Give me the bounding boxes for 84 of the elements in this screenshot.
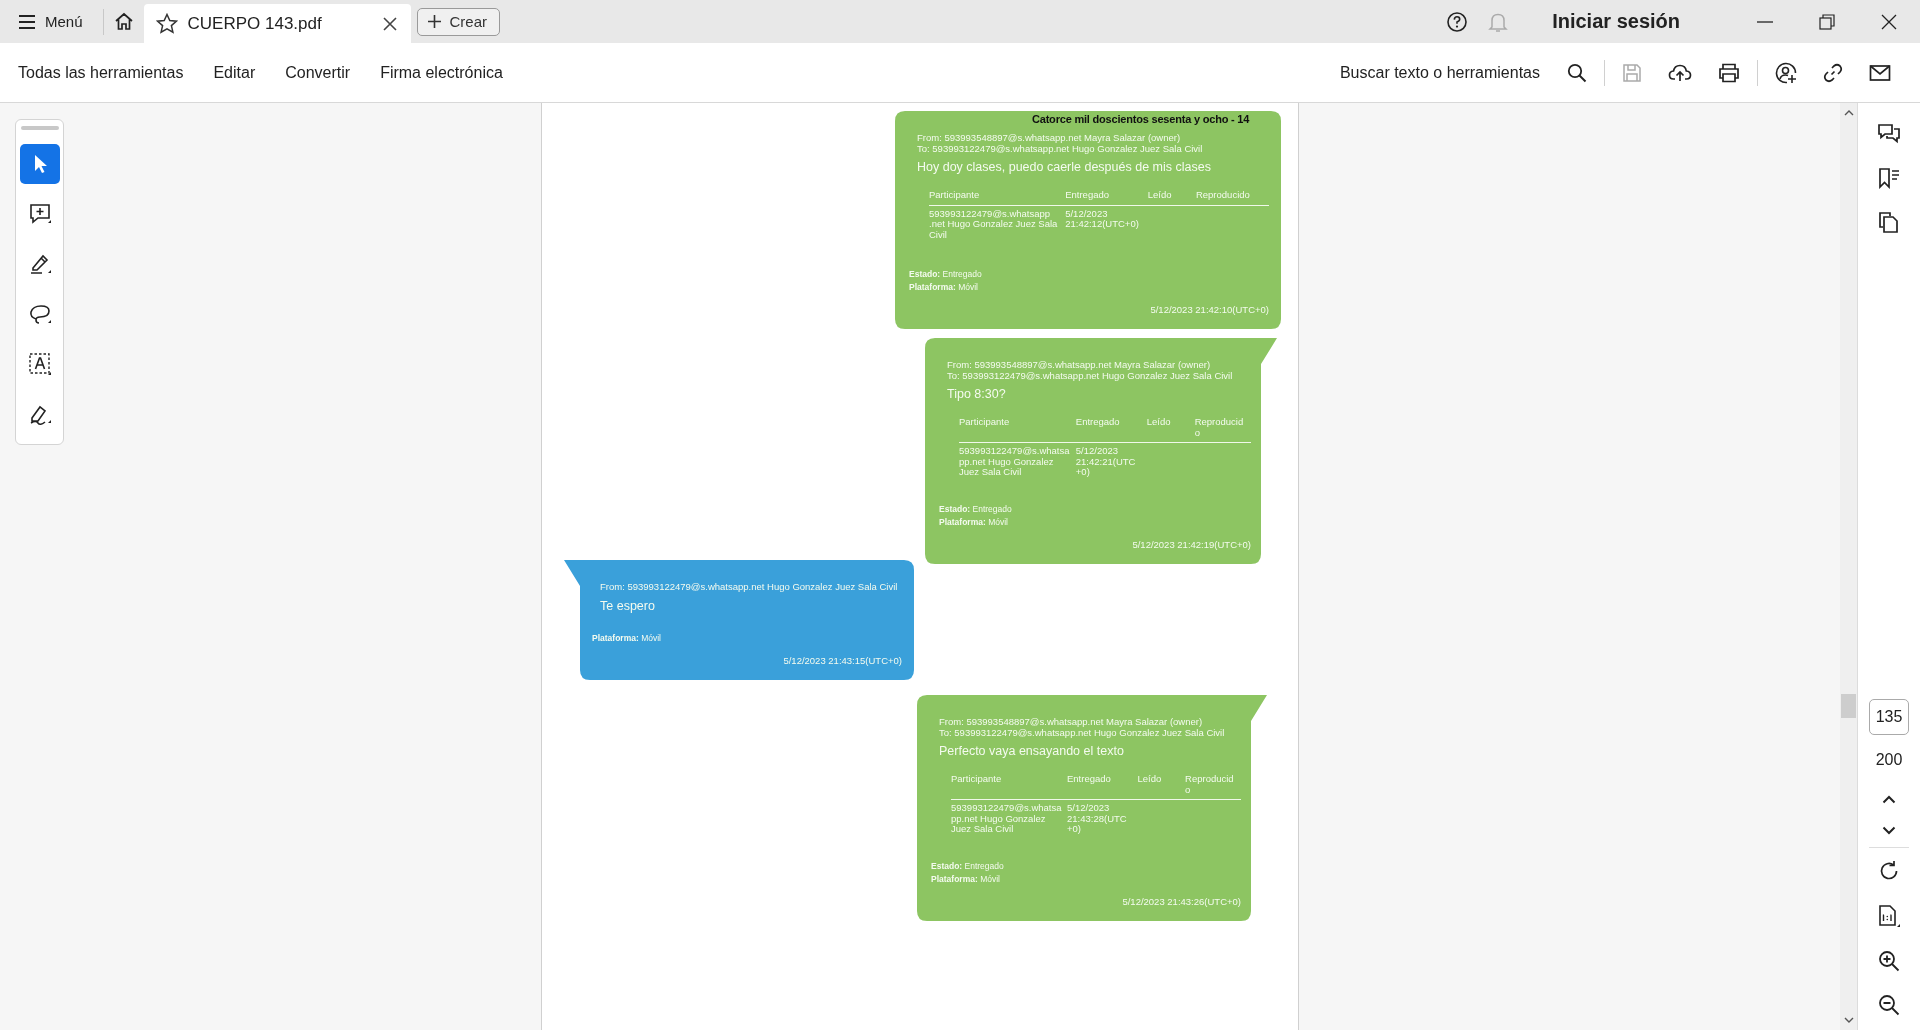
column-header: Entregado: [1067, 773, 1111, 784]
column-header: Reproducido: [1185, 773, 1234, 795]
column-header: Participante: [951, 773, 1002, 784]
minimize-icon[interactable]: [1757, 20, 1773, 23]
status-line: Estado: Entregado: [931, 860, 1005, 873]
mail-icon[interactable]: [1869, 63, 1891, 82]
message-timestamp: 5/12/2023 21:43:15(UTC+0): [782, 655, 902, 666]
next-page-icon[interactable]: [1882, 826, 1896, 835]
platform-line: Plataforma: Móvil: [931, 873, 1001, 886]
scrollbar-thumb[interactable]: [1841, 694, 1856, 718]
search-label[interactable]: Buscar texto o herramientas: [1339, 63, 1540, 82]
zoom-out-icon[interactable]: [1878, 994, 1900, 1016]
bookmark-icon[interactable]: [1877, 167, 1901, 189]
star-icon[interactable]: [155, 13, 178, 34]
sender-line: From: 593993122479@s.whatsapp.net Hugo Gonzalez Juez Sala Civil: [600, 582, 899, 593]
column-header: Entregado: [1075, 416, 1120, 427]
menu-icon: [18, 14, 36, 29]
table-cell: 593993122479@s.whatsapp.net Hugo Gonzalez Juez Sala Civil: [951, 802, 1062, 834]
lasso-icon: [27, 302, 52, 326]
column-header: Reproducido: [1194, 416, 1244, 438]
link-icon[interactable]: [1823, 62, 1843, 83]
platform-line: Plataforma: Móvil: [909, 281, 979, 294]
column-header: Leído: [1146, 416, 1171, 427]
message-text: Perfecto vaya ensayando el texto: [939, 744, 1125, 758]
create-button[interactable]: Crear: [416, 7, 501, 36]
menu-button[interactable]: Menú: [0, 13, 83, 30]
column-header: Leído: [1147, 189, 1172, 200]
message-text: Tipo 8:30?: [947, 387, 1007, 401]
status-line: Estado: Entregado: [909, 268, 983, 281]
toolbar-menu-item[interactable]: Editar: [213, 63, 256, 82]
sender-line: From: 593993548897@s.whatsapp.net Mayra Salazar (owner): [939, 717, 1204, 728]
column-header: Participante: [959, 416, 1010, 427]
message-text: Hoy doy clases, puedo caerle después de mis clases: [917, 160, 1212, 174]
message-timestamp: 5/12/2023 21:43:26(UTC+0): [1121, 896, 1241, 907]
platform-line: Plataforma: Móvil: [592, 632, 662, 645]
tab-title: CUERPO 143.pdf: [187, 13, 323, 34]
text-box-icon: [27, 352, 52, 376]
table-cell: 5/12/2023 21:42:12(UTC+0): [1065, 207, 1139, 229]
sign-in-button[interactable]: Iniciar sesión: [1546, 9, 1686, 34]
previous-page-icon[interactable]: [1882, 795, 1896, 804]
zoom-in-icon[interactable]: [1878, 950, 1900, 972]
add-comment-icon: [27, 202, 52, 226]
message-text: Te espero: [600, 598, 656, 613]
pages-icon[interactable]: [1878, 211, 1900, 233]
help-icon[interactable]: [1446, 10, 1469, 33]
column-header: Reproducido: [1195, 189, 1250, 200]
actual-size-icon[interactable]: [1877, 904, 1901, 928]
scroll-up-icon[interactable]: [1843, 109, 1854, 116]
toolbar-menu-item[interactable]: Convertir: [285, 63, 351, 82]
column-header: Participante: [929, 189, 980, 200]
plus-icon: [427, 15, 441, 28]
comments-icon[interactable]: [1877, 123, 1901, 145]
table-cell: 5/12/2023 21:42:21(UTC +0): [1075, 445, 1136, 477]
document-tab[interactable]: CUERPO 143.pdf: [143, 4, 411, 43]
table-cell: 5/12/2023 21:43:28(UTC +0): [1067, 802, 1127, 834]
column-header: Entregado: [1065, 189, 1110, 200]
platform-line: Plataforma: Móvil: [939, 516, 1009, 529]
table-cell: 593993122479@s.whatsapp.net Hugo Gonzalez Juez Sala Civil: [959, 445, 1070, 477]
select-tool-button[interactable]: [19, 144, 60, 184]
close-icon[interactable]: [1881, 13, 1897, 30]
page-number-field[interactable]: 135: [1869, 699, 1909, 735]
table-cell: 593993122479@s.whatsapp .net Hugo Gonzalez Juez Sala Civil: [929, 207, 1058, 240]
sender-line: From: 593993548897@s.whatsapp.net Mayra Salazar (owner): [947, 360, 1212, 371]
sender-line: From: 593993548897@s.whatsapp.net Mayra Salazar (owner): [917, 133, 1182, 144]
recipient-line: To: 593993122479@s.whatsapp.net Hugo Gonzalez Juez Sala Civil: [947, 370, 1234, 381]
rotate-icon[interactable]: [1878, 860, 1900, 882]
message-timestamp: 5/12/2023 21:42:10(UTC+0): [1149, 304, 1269, 315]
toolbar-menu-item[interactable]: Firma electrónica: [380, 63, 503, 82]
cloud-upload-icon[interactable]: [1668, 62, 1692, 83]
restore-icon[interactable]: [1819, 13, 1835, 30]
recipient-line: To: 593993122479@s.whatsapp.net Hugo Gonzalez Juez Sala Civil: [939, 727, 1226, 738]
add-person-icon[interactable]: [1775, 61, 1797, 84]
home-icon[interactable]: [113, 12, 134, 31]
recipient-line: To: 593993122479@s.whatsapp.net Hugo Gonzalez Juez Sala Civil: [917, 143, 1204, 154]
page-caption: Catorce mil doscientos sesenta y ocho - 14: [1032, 113, 1250, 125]
search-icon[interactable]: [1567, 62, 1587, 83]
close-icon[interactable]: [382, 16, 397, 31]
print-icon[interactable]: [1718, 62, 1740, 83]
page-count: 200: [1875, 751, 1903, 769]
message-timestamp: 5/12/2023 21:42:19(UTC+0): [1131, 539, 1251, 550]
column-header: Leído: [1137, 773, 1162, 784]
status-line: Estado: Entregado: [939, 503, 1013, 516]
scroll-down-icon[interactable]: [1843, 1017, 1854, 1024]
toolbar-menu-item[interactable]: Todas las herramientas: [18, 63, 184, 82]
